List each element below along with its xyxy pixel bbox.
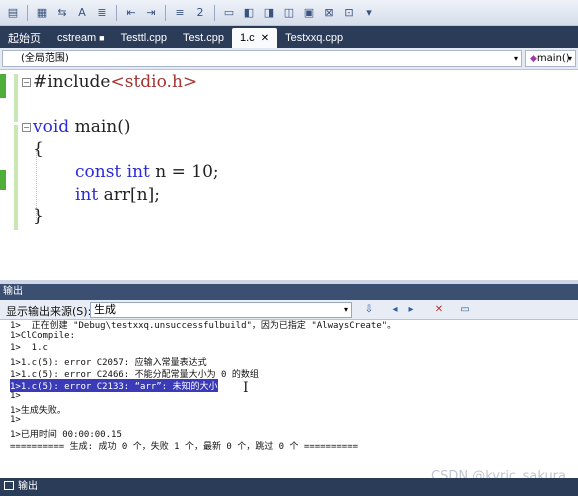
pin-icon[interactable]: ■ [99, 33, 104, 43]
go-to-message-icon[interactable]: ⇩ [362, 303, 376, 317]
output-pane-title: 输出 [0, 284, 578, 300]
window-icon[interactable]: 2 [191, 4, 209, 22]
bookmark-window-icon[interactable]: ⊡ [340, 4, 358, 22]
bookmark-list-icon[interactable]: ▣ [300, 4, 318, 22]
preprocessor-directive: #include [33, 72, 111, 92]
output-source-label: 显示输出来源(S): [6, 305, 92, 318]
code-line-1: #include<stdio.h> [33, 72, 197, 92]
keyword: void [33, 117, 70, 137]
outdent-icon[interactable]: ⇤ [122, 4, 140, 22]
comment-icon[interactable]: ▤ [4, 4, 22, 22]
tab-label: Testxxq.cpp [285, 32, 344, 44]
bookmark-clear-icon[interactable]: ⊠ [320, 4, 338, 22]
tab-cstream[interactable]: cstream ■ [49, 28, 113, 48]
word-wrap-icon[interactable]: ▭ [458, 303, 472, 317]
scope-value: (全局范围) [21, 53, 69, 64]
output-toolbar: 显示输出来源(S): 生成 ▾ ⇩ ◂ ▸ ✕ ▭ [0, 300, 578, 320]
tab-1-c[interactable]: 1.c ✕ [232, 28, 278, 48]
output-text[interactable]: 1> 正在创建 "Debug\testxxq.unsuccessfulbuild… [0, 320, 578, 478]
output-line: 1> [10, 415, 21, 425]
fold-toggle-icon[interactable]: − [22, 78, 31, 87]
change-marker [14, 125, 18, 230]
output-line: 1> [10, 391, 21, 401]
more-dropdown-icon[interactable]: ▾ [360, 4, 378, 22]
statement: arr[n]; [98, 185, 160, 205]
toolbar-separator [165, 4, 166, 21]
toolbar-separator [116, 4, 117, 21]
next-message-icon[interactable]: ▸ [404, 303, 418, 317]
output-source-value: 生成 [94, 303, 116, 316]
brace: } [33, 206, 44, 226]
member-value: main() [536, 53, 570, 64]
member-dropdown[interactable]: ◆main() ▾ [525, 50, 576, 67]
ide-window: ▤ ▦ ⇆ A ≣ ⇤ ⇥ ≡ 2 ▭ ◧ ◨ ◫ ▣ ⊠ ⊡ ▾ 起始页 cs… [0, 0, 578, 496]
output-line: 1>ClCompile: [10, 331, 76, 341]
tab-label: 起始页 [8, 33, 41, 45]
output-line: 1> 正在创建 "Debug\testxxq.unsuccessfulbuild… [10, 321, 397, 331]
toggle-icon[interactable]: ⇆ [53, 4, 71, 22]
code-line-7: } [33, 206, 44, 226]
text-cursor-icon: I [243, 380, 249, 396]
chevron-down-icon[interactable]: ▾ [344, 303, 348, 317]
list-icon[interactable]: ⇥ [142, 4, 160, 22]
bookmark-next-icon[interactable]: ◨ [260, 4, 278, 22]
tab-label: Testtl.cpp [120, 32, 168, 44]
statement: n = 10; [149, 162, 219, 182]
bookmark-prev-icon[interactable]: ◧ [240, 4, 258, 22]
keyword: int [75, 185, 99, 205]
scope-dropdown[interactable]: (全局范围) ▾ [2, 50, 522, 67]
uncomment-icon[interactable]: ▦ [33, 4, 51, 22]
document-tabs: 起始页 cstream ■ Testtl.cpp Test.cpp 1.c ✕ Te… [0, 26, 578, 48]
code-line-3: void main() [33, 117, 130, 137]
bookmark-folder-icon[interactable]: ◫ [280, 4, 298, 22]
function-icon: ◆ [530, 54, 537, 64]
indent-icon[interactable]: ≣ [93, 4, 111, 22]
code-line-6: int arr[n]; [75, 185, 160, 205]
change-marker [14, 74, 18, 122]
include-header: <stdio.h> [110, 72, 198, 92]
chevron-down-icon[interactable]: ▾ [568, 51, 572, 66]
chevron-down-icon[interactable]: ▾ [514, 51, 518, 66]
tab-testxxq-cpp[interactable]: Testxxq.cpp [277, 28, 351, 48]
output-line: ========== 生成: 成功 0 个，失败 1 个，最新 0 个，跳过 0… [10, 442, 359, 452]
output-window-icon [4, 481, 14, 490]
tab-start-page[interactable]: 起始页 [0, 28, 49, 48]
watermark: CSDN @kyric_sakura [431, 469, 566, 478]
toolbar-separator [214, 4, 215, 21]
close-icon[interactable]: ✕ [261, 33, 269, 44]
code-line-5: const int n = 10; [75, 162, 219, 182]
tab-label: Test.cpp [183, 32, 224, 44]
brace: { [33, 139, 44, 159]
tab-testtl-cpp[interactable]: Testtl.cpp [113, 28, 175, 48]
output-line: 1> 1.c [10, 343, 48, 353]
tab-label: cstream [57, 32, 97, 44]
output-source-select[interactable]: 生成 ▾ [90, 302, 352, 318]
tab-test-cpp[interactable]: Test.cpp [175, 28, 232, 48]
format-icon[interactable]: A [73, 4, 91, 22]
previous-message-icon[interactable]: ◂ [388, 303, 402, 317]
change-marker [0, 74, 6, 98]
keyword: const int [75, 162, 150, 182]
navigation-bar: (全局范围) ▾ ◆main() ▾ [0, 48, 578, 70]
tab-label: 1.c [240, 32, 255, 44]
function-signature: main() [69, 117, 131, 137]
number-icon[interactable]: ≡ [171, 4, 189, 22]
tab-output[interactable]: 输出 [18, 481, 38, 492]
fold-toggle-icon[interactable]: − [22, 123, 31, 132]
output-line-selected: 1>1.c(5): error C2133: “arr”: 未知的大小 [10, 379, 218, 392]
bottom-tab-bar: 输出 [0, 478, 578, 496]
toolbar: ▤ ▦ ⇆ A ≣ ⇤ ⇥ ≡ 2 ▭ ◧ ◨ ◫ ▣ ⊠ ⊡ ▾ [0, 0, 578, 26]
code-line-4: { [33, 139, 44, 159]
toolbar-separator [27, 4, 28, 21]
code-editor[interactable]: − − #include<stdio.h> void main() { cons… [0, 70, 578, 280]
bookmark-icon[interactable]: ▭ [220, 4, 238, 22]
change-marker [0, 170, 6, 190]
clear-all-icon[interactable]: ✕ [432, 303, 446, 317]
